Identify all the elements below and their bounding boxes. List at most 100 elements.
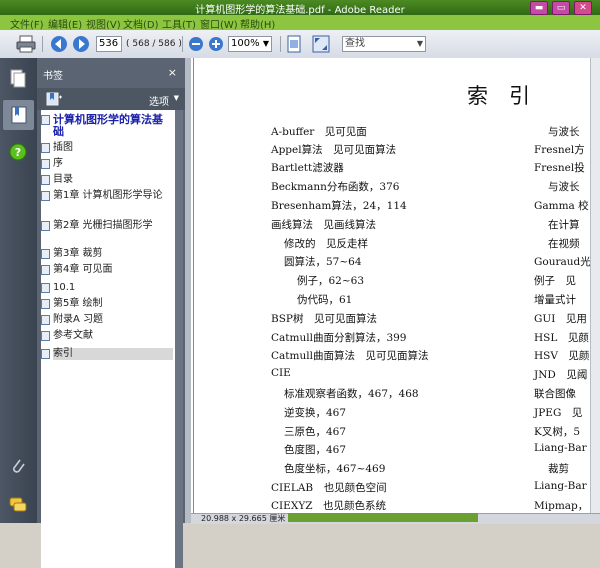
maximize-button[interactable]: ▭ (552, 1, 570, 15)
bookmark-page-icon (41, 299, 50, 309)
bookmark-page-icon (41, 283, 50, 293)
index-entry: 在计算 (548, 219, 580, 231)
bookmark-item[interactable]: 计算机图形学的算法基础 (41, 114, 173, 138)
index-entry: Bresenham算法，24，114 (271, 200, 407, 212)
menu-window[interactable]: 窗口(W) (200, 16, 238, 31)
index-entry: Bartlett滤波器 (271, 162, 344, 174)
navigation-strip: ? (0, 58, 37, 523)
menu-help[interactable]: 帮助(H) (240, 16, 275, 31)
search-input[interactable]: 查找 ▼ (342, 36, 426, 52)
document-scrollbar[interactable] (590, 58, 600, 513)
bookmark-item-selected[interactable]: 索引 (41, 348, 173, 360)
print-icon[interactable] (16, 35, 36, 53)
bookmark-page-icon (41, 221, 50, 231)
panel-title: 书签 (43, 71, 63, 82)
index-entry: Mipmap， (534, 500, 589, 512)
bookmark-page-icon (41, 115, 50, 125)
index-entry: CIELAB 也见颜色空间 (271, 482, 387, 494)
bookmark-item[interactable]: 第5章 绘制 (41, 298, 173, 310)
panel-close-button[interactable]: × (168, 66, 177, 79)
index-entry: Catmull曲面算法 见可见面算法 (271, 350, 429, 362)
index-heading: 索 引 (467, 84, 530, 108)
title-bar: 计算机图形学的算法基础.pdf - Adobe Reader ▬ ▭ ✕ (0, 0, 600, 16)
index-entry: 伪代码，61 (297, 294, 353, 306)
index-entry: JPEG 见 (534, 407, 583, 419)
panel-scrollbar[interactable] (175, 110, 183, 568)
zoom-in-icon[interactable] (208, 35, 224, 53)
index-entry: HSV 见颜 (534, 350, 590, 362)
search-placeholder: 查找 (345, 38, 365, 49)
index-entry: 联合图像 (534, 388, 576, 400)
panel-header: 书签 × (37, 58, 185, 88)
bookmark-tree: 计算机图形学的算法基础 插图 序 目录 第1章 计算机图形学导论 第2章 光栅扫… (41, 110, 175, 568)
fit-page-icon[interactable] (286, 35, 302, 53)
next-page-icon[interactable] (72, 35, 90, 53)
document-view: 索 引 A-buffer 见可见面 Appel算法 见可见面算法 Bartlet… (191, 58, 590, 513)
index-entry: Gamma 校 (534, 200, 589, 212)
attachment-icon[interactable] (8, 456, 28, 476)
index-entry: GUI 见用 (534, 313, 587, 325)
page-number-input[interactable]: 536 (96, 36, 122, 52)
index-entry: BSP树 见可见面算法 (271, 313, 377, 325)
bookmarks-tab[interactable] (3, 100, 34, 130)
index-entry: Fresnel方 (534, 144, 585, 156)
bookmark-item[interactable]: 第2章 光栅扫描图形学 (41, 220, 173, 232)
toolbar-separator (182, 36, 183, 52)
index-entry: 例子 见 (534, 275, 576, 287)
menu-file[interactable]: 文件(F) (10, 16, 44, 31)
bookmark-item[interactable]: 序 (41, 158, 173, 170)
bookmark-item[interactable]: 附录A 习题 (41, 314, 173, 326)
bookmark-item[interactable]: 插图 (41, 142, 173, 154)
close-icon: ✕ (579, 3, 587, 13)
options-menu[interactable]: 选项 (149, 93, 169, 108)
index-entry: HSL 见颜 (534, 332, 589, 344)
minimize-icon: ▬ (534, 3, 544, 13)
index-entry: 逆变换，467 (284, 407, 347, 419)
chevron-down-icon: ▼ (416, 39, 423, 48)
index-entry: 画线算法 见画线算法 (271, 219, 376, 231)
bookmarks-panel: 书签 × 选项 ▼ 计算机图形学的算法基础 插图 序 目录 第1章 计算机图形学… (37, 58, 185, 568)
bookmark-page-icon (41, 175, 50, 185)
index-entry: Liang-Bar (534, 442, 587, 454)
svg-text:?: ? (15, 146, 21, 159)
minimize-button[interactable]: ▬ (530, 1, 548, 15)
index-entry: K叉树，5 (534, 426, 581, 438)
bookmark-item[interactable]: 第3章 裁剪 (41, 248, 173, 260)
pages-icon[interactable] (8, 68, 28, 88)
menu-view[interactable]: 视图(V) (86, 16, 121, 31)
previous-page-icon[interactable] (50, 35, 68, 53)
bookmark-add-icon[interactable] (46, 91, 64, 107)
bookmark-item[interactable]: 10.1 (41, 282, 173, 294)
close-window-button[interactable]: ✕ (574, 1, 592, 15)
bookmark-item[interactable]: 第1章 计算机图形学导论 (41, 190, 173, 202)
zoom-out-icon[interactable] (188, 35, 204, 53)
index-entry: A-buffer 见可见面 (271, 126, 367, 138)
bookmark-item[interactable]: 参考文献 (41, 330, 173, 342)
menu-tools[interactable]: 工具(T) (162, 16, 196, 31)
index-entry: JND 见阈 (534, 369, 588, 381)
page-edge (193, 58, 194, 513)
full-screen-icon[interactable] (312, 35, 330, 53)
index-entry: 与波长 (548, 181, 580, 193)
comments-icon[interactable] (8, 495, 28, 515)
help-icon[interactable]: ? (8, 142, 28, 162)
toolbar: 536 ( 568 / 586 ) 100% ▼ 查找 ▼ (0, 30, 600, 59)
index-entry: 色度坐标，467~469 (284, 463, 386, 475)
bookmark-page-icon (41, 249, 50, 259)
bookmark-page-icon (41, 331, 50, 341)
bookmark-page-icon (41, 315, 50, 325)
page-count: ( 568 / 586 ) (126, 39, 182, 49)
bookmark-item[interactable]: 目录 (41, 174, 173, 186)
menu-edit[interactable]: 编辑(E) (48, 16, 82, 31)
index-entry: 修改的 见反走样 (284, 238, 368, 250)
index-entry: 裁剪 (548, 463, 569, 475)
bookmark-page-icon (41, 265, 50, 275)
index-entry: CIE (271, 367, 291, 379)
index-entry: 增量式计 (534, 294, 576, 306)
bookmark-item[interactable]: 第4章 可见面 (41, 264, 173, 276)
menu-document[interactable]: 文档(D) (123, 16, 159, 31)
index-entry: 标准观察者函数，467，468 (284, 388, 419, 400)
zoom-select[interactable]: 100% ▼ (228, 36, 272, 52)
index-entry: CIEXYZ 也见颜色系统 (271, 500, 387, 512)
horizontal-scrollbar[interactable] (288, 513, 478, 522)
